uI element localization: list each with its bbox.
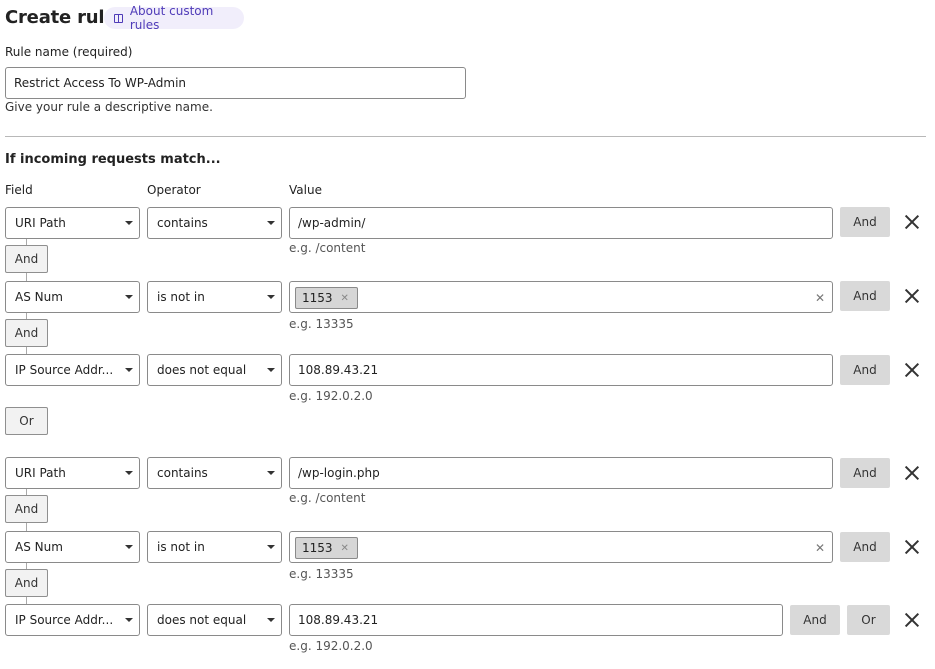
field-select-value: AS Num xyxy=(15,290,63,304)
or-connector-button[interactable]: Or xyxy=(5,407,48,435)
chevron-down-icon xyxy=(125,368,133,372)
value-hint: e.g. 192.0.2.0 xyxy=(289,389,373,403)
book-icon xyxy=(114,13,123,23)
about-custom-rules-link[interactable]: About custom rules xyxy=(104,4,244,32)
chevron-down-icon xyxy=(267,368,275,372)
close-icon[interactable] xyxy=(905,289,919,303)
chevron-down-icon xyxy=(125,221,133,225)
operator-select-value: is not in xyxy=(157,290,205,304)
divider xyxy=(5,136,926,137)
rule-name-value: Restrict Access To WP-Admin xyxy=(14,76,187,90)
operator-select[interactable]: does not equal xyxy=(147,604,282,636)
value-tag: 1153 ✕ xyxy=(295,537,358,559)
and-button[interactable]: And xyxy=(840,458,890,488)
field-select-value: URI Path xyxy=(15,466,66,480)
column-header-operator: Operator xyxy=(147,183,201,197)
chevron-down-icon xyxy=(125,295,133,299)
operator-select-value: does not equal xyxy=(157,613,247,627)
operator-select[interactable]: contains xyxy=(147,207,282,239)
value-multiselect[interactable]: 1153 ✕ ✕ xyxy=(289,531,833,563)
close-icon[interactable] xyxy=(905,363,919,377)
and-button[interactable]: And xyxy=(840,532,890,562)
close-icon[interactable] xyxy=(905,540,919,554)
remove-tag-icon[interactable]: ✕ xyxy=(341,543,349,554)
operator-select-value: does not equal xyxy=(157,363,247,377)
and-connector-button[interactable]: And xyxy=(5,245,48,273)
chevron-down-icon xyxy=(267,618,275,622)
field-select[interactable]: AS Num xyxy=(5,531,140,563)
chevron-down-icon xyxy=(125,545,133,549)
rule-name-help: Give your rule a descriptive name. xyxy=(5,100,213,114)
column-header-field: Field xyxy=(5,183,33,197)
rule-name-label: Rule name (required) xyxy=(5,45,133,59)
and-button[interactable]: And xyxy=(840,207,890,237)
operator-select[interactable]: is not in xyxy=(147,531,282,563)
value-input-text: /wp-login.php xyxy=(298,466,380,480)
field-select-value: AS Num xyxy=(15,540,63,554)
operator-select-value: is not in xyxy=(157,540,205,554)
value-input-text: 108.89.43.21 xyxy=(298,613,379,627)
value-hint: e.g. /content xyxy=(289,241,366,255)
and-button[interactable]: And xyxy=(840,281,890,311)
remove-tag-icon[interactable]: ✕ xyxy=(341,293,349,304)
chevron-down-icon xyxy=(125,471,133,475)
value-input[interactable]: 108.89.43.21 xyxy=(289,604,783,636)
operator-select[interactable]: contains xyxy=(147,457,282,489)
value-hint: e.g. 13335 xyxy=(289,317,354,331)
field-select[interactable]: URI Path xyxy=(5,207,140,239)
or-button[interactable]: Or xyxy=(847,605,890,635)
about-custom-rules-label: About custom rules xyxy=(129,4,214,32)
value-hint: e.g. 192.0.2.0 xyxy=(289,639,373,653)
column-header-value: Value xyxy=(289,183,322,197)
and-button[interactable]: And xyxy=(790,605,840,635)
clear-icon[interactable]: ✕ xyxy=(815,541,825,555)
field-select-value: IP Source Addr... xyxy=(15,363,114,377)
value-tag-label: 1153 xyxy=(302,291,333,305)
and-connector-button[interactable]: And xyxy=(5,495,48,523)
chevron-down-icon xyxy=(267,295,275,299)
rule-name-input[interactable]: Restrict Access To WP-Admin xyxy=(5,67,466,99)
value-input-text: 108.89.43.21 xyxy=(298,363,379,377)
field-select-value: URI Path xyxy=(15,216,66,230)
value-input[interactable]: /wp-admin/ xyxy=(289,207,833,239)
close-icon[interactable] xyxy=(905,613,919,627)
value-tag: 1153 ✕ xyxy=(295,287,358,309)
chevron-down-icon xyxy=(125,618,133,622)
field-select[interactable]: IP Source Addr... xyxy=(5,604,140,636)
and-connector-button[interactable]: And xyxy=(5,319,48,347)
operator-select[interactable]: is not in xyxy=(147,281,282,313)
value-input-text: /wp-admin/ xyxy=(298,216,366,230)
and-connector-button[interactable]: And xyxy=(5,569,48,597)
operator-select[interactable]: does not equal xyxy=(147,354,282,386)
value-hint: e.g. 13335 xyxy=(289,567,354,581)
value-multiselect[interactable]: 1153 ✕ ✕ xyxy=(289,281,833,313)
and-button[interactable]: And xyxy=(840,355,890,385)
value-tag-label: 1153 xyxy=(302,541,333,555)
page-title: Create rule xyxy=(5,7,117,28)
field-select[interactable]: AS Num xyxy=(5,281,140,313)
field-select-value: IP Source Addr... xyxy=(15,613,114,627)
clear-icon[interactable]: ✕ xyxy=(815,291,825,305)
chevron-down-icon xyxy=(267,221,275,225)
expression-section-title: If incoming requests match... xyxy=(5,152,221,167)
operator-select-value: contains xyxy=(157,466,208,480)
chevron-down-icon xyxy=(267,471,275,475)
close-icon[interactable] xyxy=(905,466,919,480)
field-select[interactable]: URI Path xyxy=(5,457,140,489)
value-input[interactable]: 108.89.43.21 xyxy=(289,354,833,386)
operator-select-value: contains xyxy=(157,216,208,230)
field-select[interactable]: IP Source Addr... xyxy=(5,354,140,386)
value-input[interactable]: /wp-login.php xyxy=(289,457,833,489)
chevron-down-icon xyxy=(267,545,275,549)
value-hint: e.g. /content xyxy=(289,491,366,505)
close-icon[interactable] xyxy=(905,215,919,229)
